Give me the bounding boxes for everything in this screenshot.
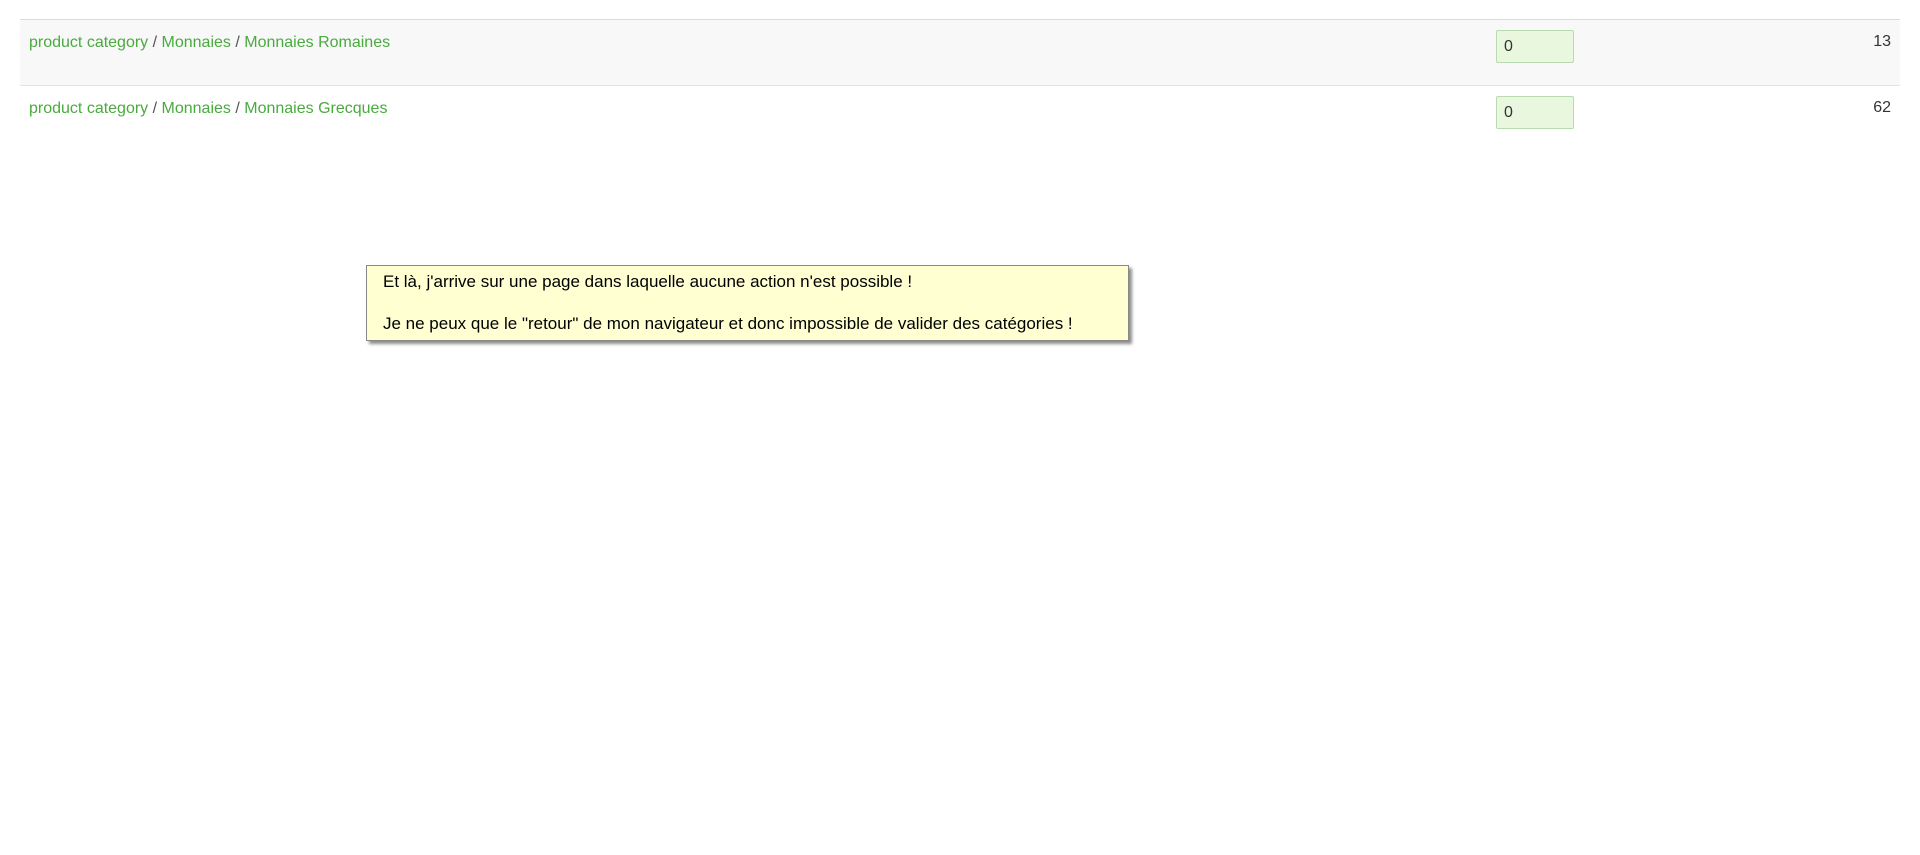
category-table: product category / Monnaies / Monnaies R… bbox=[20, 19, 1900, 152]
table-row: product category / Monnaies / Monnaies G… bbox=[20, 86, 1900, 152]
category-breadcrumb: product category / Monnaies / Monnaies G… bbox=[29, 100, 387, 118]
category-breadcrumb: product category / Monnaies / Monnaies R… bbox=[29, 34, 390, 52]
breadcrumb-separator: / bbox=[235, 100, 245, 117]
breadcrumb-link-parent[interactable]: Monnaies bbox=[162, 100, 231, 117]
position-input[interactable] bbox=[1496, 30, 1574, 63]
breadcrumb-separator: / bbox=[152, 100, 162, 117]
position-input[interactable] bbox=[1496, 96, 1574, 129]
breadcrumb-link-root[interactable]: product category bbox=[29, 34, 148, 51]
product-count: 62 bbox=[1873, 99, 1891, 116]
table-row: product category / Monnaies / Monnaies R… bbox=[20, 20, 1900, 86]
breadcrumb-link-root[interactable]: product category bbox=[29, 100, 148, 117]
annotation-line-2: Je ne peux que le "retour" de mon naviga… bbox=[383, 314, 1073, 333]
breadcrumb-separator: / bbox=[235, 34, 245, 51]
breadcrumb-link-parent[interactable]: Monnaies bbox=[162, 34, 231, 51]
breadcrumb-separator: / bbox=[152, 34, 162, 51]
product-count: 13 bbox=[1873, 33, 1891, 50]
breadcrumb-link-category[interactable]: Monnaies Grecques bbox=[244, 100, 387, 117]
breadcrumb-link-category[interactable]: Monnaies Romaines bbox=[244, 34, 390, 51]
annotation-line-1: Et là, j'arrive sur une page dans laquel… bbox=[383, 272, 913, 291]
annotation-note: Et là, j'arrive sur une page dans laquel… bbox=[366, 265, 1129, 341]
